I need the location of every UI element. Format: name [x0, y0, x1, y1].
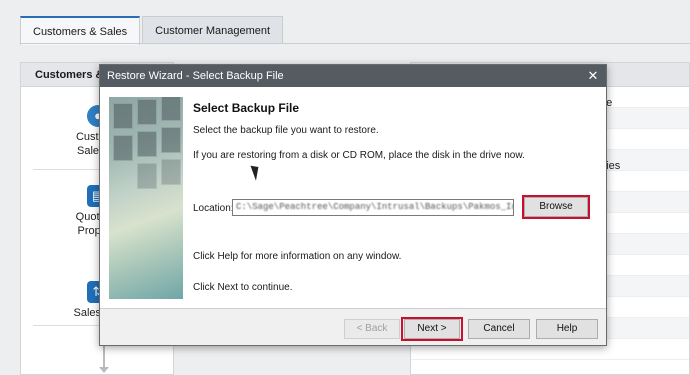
locker-door [113, 103, 133, 129]
locker-door [113, 135, 133, 161]
locker-door [137, 99, 157, 125]
next-note-text: Click Next to continue. [193, 282, 293, 293]
locker-door [161, 159, 181, 185]
browse-highlight [522, 195, 590, 219]
tab-customer-management[interactable]: Customer Management [142, 16, 284, 44]
dialog-titlebar[interactable]: Restore Wizard - Select Backup File ✕ [100, 65, 606, 87]
locker-door [161, 127, 181, 153]
cdrom-note-text: If you are restoring from a disk or CD R… [193, 150, 525, 161]
location-label: Location: [193, 203, 234, 214]
tab-divider [20, 43, 690, 44]
main-tabs: Customers & Sales Customer Management [20, 16, 285, 45]
locker-door [137, 131, 157, 157]
dialog-heading: Select Backup File [193, 101, 300, 115]
cancel-button[interactable]: Cancel [468, 319, 530, 339]
location-field[interactable]: C:\Sage\Peachtree\Company\Intrusal\Backu… [232, 199, 514, 216]
wizard-lockers-image [109, 97, 183, 299]
dialog-title: Restore Wizard - Select Backup File [107, 70, 284, 82]
next-highlight [401, 317, 463, 341]
help-button[interactable]: Help [536, 319, 598, 339]
locker-door [161, 97, 181, 121]
tab-customers-sales[interactable]: Customers & Sales [20, 16, 141, 45]
locker-door [137, 163, 157, 189]
restore-wizard-dialog: Restore Wizard - Select Backup File ✕ Se… [99, 64, 607, 346]
back-button[interactable]: < Back [344, 319, 400, 339]
instruction-text: Select the backup file you want to resto… [193, 125, 379, 136]
dialog-body: Select Backup File Select the backup fil… [100, 87, 606, 309]
help-note-text: Click Help for more information on any w… [193, 251, 402, 262]
location-value: C:\Sage\Peachtree\Company\Intrusal\Backu… [236, 202, 514, 212]
close-icon[interactable]: ✕ [584, 67, 602, 85]
